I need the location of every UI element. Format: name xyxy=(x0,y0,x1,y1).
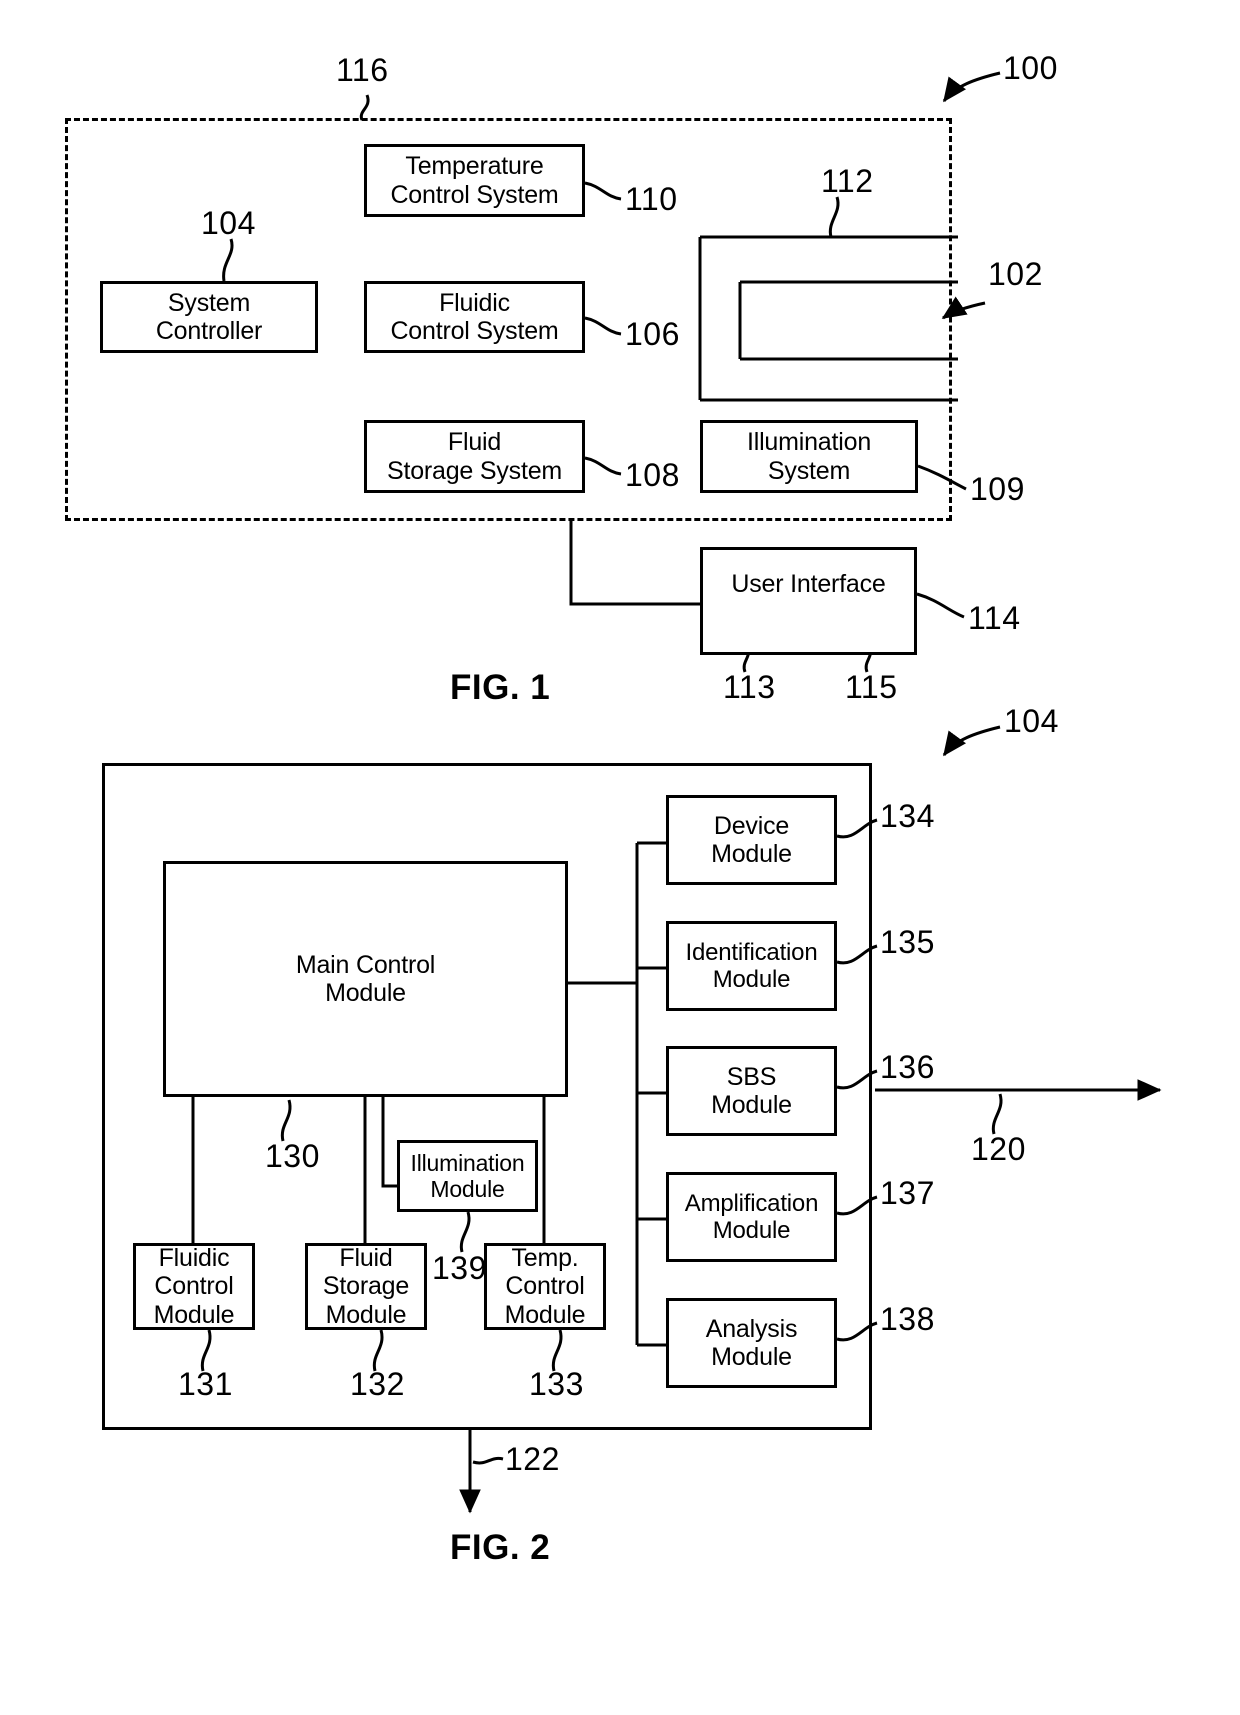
ref-113: 113 xyxy=(723,669,776,705)
fig1-caption: FIG. 1 xyxy=(450,668,551,707)
node-amplification-module: Amplification Module xyxy=(666,1172,837,1262)
ref-135: 135 xyxy=(880,924,935,960)
node-fluidic-control-system: Fluidic Control System xyxy=(364,281,585,353)
node-temp-control-module: Temp. Control Module xyxy=(484,1243,606,1330)
leader-122 xyxy=(472,1456,504,1465)
ref-136: 136 xyxy=(880,1049,935,1085)
node-illumination-module: Illumination Module xyxy=(397,1140,538,1212)
leader-116 xyxy=(359,94,370,121)
node-fluid-storage-system: Fluid Storage System xyxy=(364,420,585,493)
ref-109: 109 xyxy=(970,471,1025,507)
node-user-interface: User Interface xyxy=(700,547,917,655)
node-illumination-system: Illumination System xyxy=(700,420,918,493)
leader-114 xyxy=(916,592,965,619)
node-temperature-control-system: Temperature Control System xyxy=(364,144,585,217)
leader-104-fig2 xyxy=(942,725,1001,757)
ref-104-fig2: 104 xyxy=(1004,703,1059,739)
ref-106: 106 xyxy=(625,316,680,352)
ref-100: 100 xyxy=(1003,50,1058,86)
leader-120 xyxy=(991,1093,1003,1135)
ref-134: 134 xyxy=(880,798,935,834)
connector-enclosure-to-ui xyxy=(569,521,700,606)
ref-137: 137 xyxy=(880,1175,935,1211)
ref-104-fig1: 104 xyxy=(201,205,256,241)
node-system-controller: System Controller xyxy=(100,281,318,353)
ref-132: 132 xyxy=(350,1366,405,1402)
fig2-caption: FIG. 2 xyxy=(450,1528,551,1567)
ref-116: 116 xyxy=(336,52,389,88)
ref-139: 139 xyxy=(432,1250,487,1286)
ref-138: 138 xyxy=(880,1301,935,1337)
ref-102: 102 xyxy=(988,256,1043,292)
node-sbs-module: SBS Module xyxy=(666,1046,837,1136)
node-device-module: Device Module xyxy=(666,795,837,885)
ref-120: 120 xyxy=(971,1131,1026,1167)
ref-114: 114 xyxy=(968,600,1021,636)
ref-115: 115 xyxy=(845,669,898,705)
ref-122: 122 xyxy=(505,1441,560,1477)
ref-131: 131 xyxy=(178,1366,233,1402)
leader-100 xyxy=(942,71,1001,103)
node-analysis-module: Analysis Module xyxy=(666,1298,837,1388)
patent-figure-page: System Controller Temperature Control Sy… xyxy=(0,0,1240,1715)
ref-133: 133 xyxy=(529,1366,584,1402)
node-fluid-storage-module: Fluid Storage Module xyxy=(305,1243,427,1330)
ref-112: 112 xyxy=(821,163,874,199)
node-identification-module: Identification Module xyxy=(666,921,837,1011)
ref-130: 130 xyxy=(265,1138,320,1174)
node-main-control-module: Main Control Module xyxy=(163,861,568,1097)
node-fluidic-control-module: Fluidic Control Module xyxy=(133,1243,255,1330)
ref-110: 110 xyxy=(625,181,678,217)
ref-108: 108 xyxy=(625,457,680,493)
